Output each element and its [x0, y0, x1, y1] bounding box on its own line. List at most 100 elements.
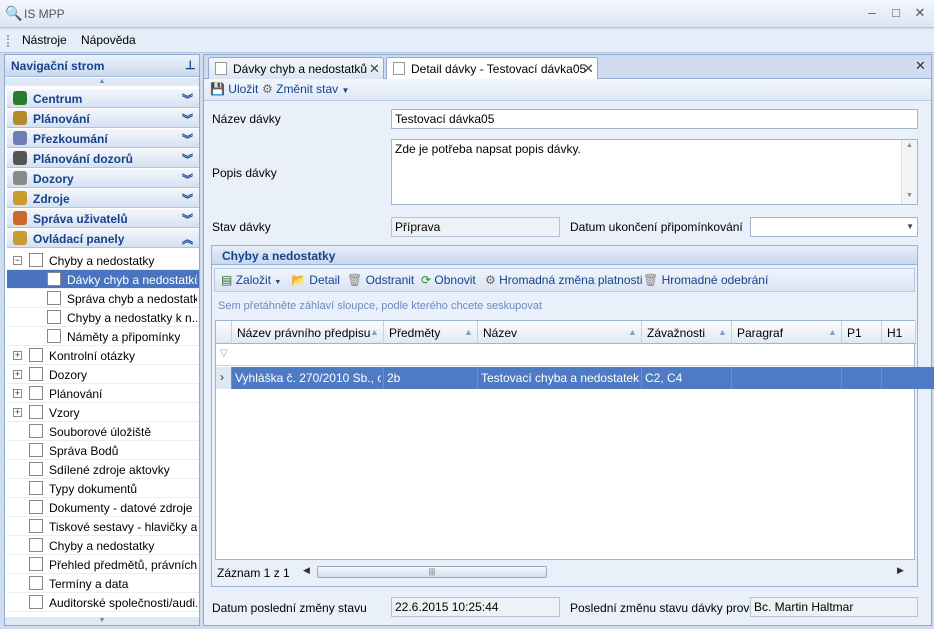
sort-arrow-icon[interactable]: ▲ [370, 327, 379, 337]
scroll-thumb[interactable]: ||| [317, 566, 547, 578]
tab-label: Dávky chyb a nedostatků [233, 62, 368, 76]
table-cell[interactable]: Vyhláška č. 270/2010 Sb., o... [232, 367, 384, 389]
tree-item[interactable]: Tiskové sestavy - hlavičky a... [7, 517, 199, 536]
column-header[interactable]: Název ▲ [478, 321, 642, 344]
tree-item[interactable]: Chyby a nedostatky k n... [7, 308, 199, 327]
scroll-right-icon[interactable]: ▶ [897, 565, 904, 576]
sidebar-panel-3[interactable]: Plánování dozorů ︾ [7, 149, 199, 168]
tree-item[interactable]: + Plánování [7, 384, 199, 403]
column-header[interactable]: Závažnosti ▲ [642, 321, 732, 344]
tree-item-label: Termíny a data [49, 577, 129, 591]
grid-action-button-2[interactable]: 🗑 Odstranit [347, 273, 414, 287]
tree-item[interactable]: Termíny a data [7, 574, 199, 593]
chevron-down-icon[interactable]: ︾ [182, 131, 193, 147]
close-all-icon[interactable]: ✕ [915, 58, 926, 74]
tab-close-icon[interactable]: ✕ [369, 61, 380, 77]
filter-row[interactable]: ▽ [216, 344, 914, 366]
tree-item[interactable]: + Kontrolní otázky [7, 346, 199, 365]
column-header-label: Název právního předpisu [237, 326, 371, 340]
chevron-down-icon[interactable]: ︾ [182, 91, 193, 107]
description-field[interactable]: Zde je potřeba napsat popis dávky. ▲ ▼ [391, 139, 918, 205]
tree-item[interactable]: Dávky chyb a nedostatků [7, 270, 199, 289]
tree-item[interactable]: Přehled předmětů, právních... [7, 555, 199, 574]
end-date-label: Datum ukončení připomínkování [570, 220, 743, 234]
tree-item[interactable]: Dokumenty - datové zdroje [7, 498, 199, 517]
sidebar-scroll-down[interactable]: ▼ [5, 617, 199, 625]
last-change-label: Datum poslední změny stavu [212, 601, 367, 615]
column-header[interactable]: P1 [842, 321, 882, 344]
scroll-left-icon[interactable]: ◀ [303, 565, 310, 576]
sort-arrow-icon[interactable]: ▲ [828, 327, 837, 337]
column-header[interactable]: Předměty ▲ [384, 321, 478, 344]
maximize-button[interactable]: □ [886, 4, 906, 22]
minimize-button[interactable]: – [862, 4, 882, 22]
sidebar-panel-2[interactable]: Přezkoumání ︾ [7, 129, 199, 148]
sidebar-panel-5[interactable]: Zdroje ︾ [7, 189, 199, 208]
tree-node-icon [29, 481, 43, 495]
row-selector[interactable]: › [216, 367, 232, 389]
tree-item[interactable]: Auditorské společnosti/audi... [7, 593, 199, 612]
sidebar-panel-7[interactable]: Ovládací panely ︽ [7, 229, 199, 248]
column-header[interactable]: Název právního předpisu ▲ [232, 321, 384, 344]
panel-label: Plánování dozorů [33, 152, 134, 166]
tree-item[interactable]: Typy dokumentů [7, 479, 199, 498]
tab-detail[interactable]: Detail dávky - Testovací dávka05 ✕ [386, 57, 598, 80]
sort-arrow-icon[interactable]: ▲ [628, 327, 637, 337]
collapse-icon[interactable]: − [13, 256, 22, 265]
table-cell[interactable] [882, 367, 934, 389]
tree-item[interactable]: Souborové úložiště [7, 422, 199, 441]
tree-item[interactable]: + Vzory [7, 403, 199, 422]
sidebar-panel-0[interactable]: Centrum ︾ [7, 89, 199, 108]
tab-davky[interactable]: Dávky chyb a nedostatků ✕ [208, 57, 384, 79]
sidebar-panel-4[interactable]: Dozory ︾ [7, 169, 199, 188]
tree-item[interactable]: Správa chyb a nedostatků [7, 289, 199, 308]
chevron-down-icon[interactable]: ︾ [182, 171, 193, 187]
name-field[interactable]: Testovací dávka05 [391, 109, 918, 129]
chevron-down-icon[interactable]: ︾ [182, 211, 193, 227]
sort-arrow-icon[interactable]: ▲ [464, 327, 473, 337]
table-cell[interactable]: C2, C4 [642, 367, 732, 389]
table-cell[interactable]: Testovací chyba a nedostatek01 [478, 367, 642, 389]
menu-nastroje[interactable]: Nástroje [22, 33, 67, 47]
sort-arrow-icon[interactable]: ▲ [718, 327, 727, 337]
expand-icon[interactable]: + [13, 351, 22, 360]
menu-napoveda[interactable]: Nápověda [81, 33, 136, 47]
horizontal-scrollbar[interactable]: ◀ ||| ▶ [303, 565, 908, 579]
grid-action-button-1[interactable]: 📂 Detail [291, 273, 340, 287]
chevron-down-icon[interactable]: ︾ [182, 191, 193, 207]
column-header[interactable]: Paragraf ▲ [732, 321, 842, 344]
expand-icon[interactable]: + [13, 389, 22, 398]
sidebar-panel-6[interactable]: Správa uživatelů ︾ [7, 209, 199, 228]
sidebar-panel-1[interactable]: Plánování ︾ [7, 109, 199, 128]
state-label: Stav dávky [212, 220, 271, 234]
description-scrollbar[interactable]: ▲ ▼ [901, 140, 917, 204]
pin-icon[interactable]: ⊥ [185, 58, 195, 72]
table-cell[interactable]: 2b [384, 367, 478, 389]
chevron-down-icon[interactable]: ︾ [182, 151, 193, 167]
tree-node-icon [47, 272, 61, 286]
grid-action-button-4[interactable]: ⚙ Hromadná změna platnosti [485, 273, 643, 287]
tree-item[interactable]: Správa Bodů [7, 441, 199, 460]
chevron-down-icon[interactable]: ︾ [182, 111, 193, 127]
tree-item[interactable]: Chyby a nedostatky [7, 536, 199, 555]
change-state-button[interactable]: ⚙ Změnit stav ▼ [262, 82, 349, 96]
save-button[interactable]: 💾 Uložit [210, 82, 258, 96]
sidebar-scroll-up[interactable]: ▲ [5, 78, 199, 86]
tab-close-icon[interactable]: ✕ [583, 61, 594, 77]
end-date-picker[interactable]: ▼ [750, 217, 918, 237]
column-header[interactable]: H1 [882, 321, 916, 344]
tree-item[interactable]: + Dozory [7, 365, 199, 384]
close-window-button[interactable]: ✕ [910, 4, 930, 22]
table-cell[interactable] [842, 367, 882, 389]
tree-item[interactable]: Náměty a připomínky [7, 327, 199, 346]
grid-action-button-3[interactable]: ⟳ Obnovit [421, 273, 476, 287]
grid-action-button-5[interactable]: 🗑 Hromadné odebrání [643, 273, 768, 287]
expand-icon[interactable]: + [13, 408, 22, 417]
tree-item[interactable]: − Chyby a nedostatky [7, 251, 199, 270]
chevron-up-icon[interactable]: ︽ [182, 231, 193, 247]
expand-icon[interactable]: + [13, 370, 22, 379]
grid-action-button-0[interactable]: ▤ Založit ▼ [221, 273, 281, 287]
table-cell[interactable] [732, 367, 842, 389]
status-area: Datum poslední změny stavu 22.6.2015 10:… [204, 595, 931, 625]
tree-item[interactable]: Sdílené zdroje aktovky [7, 460, 199, 479]
